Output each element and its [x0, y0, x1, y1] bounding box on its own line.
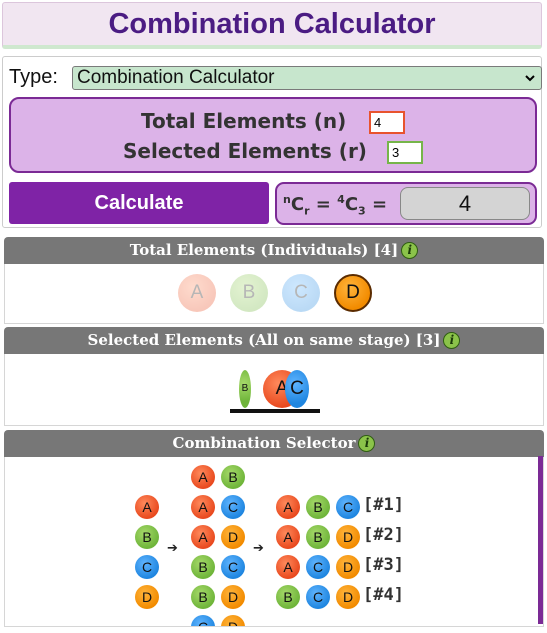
scrollbar[interactable]: [538, 456, 543, 624]
info-icon[interactable]: i: [401, 242, 419, 259]
single-ball-d[interactable]: D: [135, 585, 159, 609]
combination-selector-header-text: Combination Selector: [172, 434, 356, 452]
combination-label: [#2]: [363, 525, 404, 545]
selected-elements-label: Selected Elements (r): [123, 139, 367, 163]
total-elements-row: Total Elements (n) 4: [141, 109, 405, 134]
pair-ball[interactable]: A: [191, 495, 215, 519]
triple-ball[interactable]: C: [306, 555, 330, 579]
pair-ball[interactable]: D: [221, 585, 245, 609]
combination-label: [#3]: [363, 555, 404, 575]
triple-ball[interactable]: D: [336, 555, 360, 579]
selected-elements-body: B A C: [4, 354, 544, 426]
selected-elements-row: Selected Elements (r) 3: [123, 139, 423, 164]
info-icon[interactable]: i: [443, 332, 461, 349]
triple-ball[interactable]: B: [306, 495, 330, 519]
pair-ball[interactable]: D: [221, 525, 245, 549]
triple-ball[interactable]: A: [276, 495, 300, 519]
total-elements-header: Total Elements (Individuals) [4] i: [4, 237, 544, 264]
pair-ball[interactable]: B: [191, 555, 215, 579]
combination-selector-header: Combination Selector i: [4, 430, 544, 457]
total-elements-input[interactable]: 4: [369, 111, 405, 134]
total-elements-body: ABCD: [4, 264, 544, 324]
page-title: Combination Calculator: [108, 8, 436, 40]
title-bar: Combination Calculator: [2, 2, 542, 49]
selected-elements-header-text: Selected Elements (All on same stage) [3…: [87, 331, 441, 349]
triple-ball[interactable]: C: [306, 585, 330, 609]
triple-ball[interactable]: B: [306, 525, 330, 549]
triple-ball[interactable]: A: [276, 555, 300, 579]
pair-ball[interactable]: D: [221, 615, 245, 626]
type-label: Type:: [9, 66, 58, 88]
arrow-icon: ➔: [167, 541, 178, 556]
triple-ball[interactable]: D: [336, 585, 360, 609]
calculator-panel: Type: Combination Calculator Total Eleme…: [2, 56, 542, 228]
element-ball-d[interactable]: D: [334, 274, 372, 312]
triple-ball[interactable]: D: [336, 525, 360, 549]
pair-ball[interactable]: A: [191, 465, 215, 489]
stage-ball-right: C: [285, 370, 309, 408]
triple-ball[interactable]: C: [336, 495, 360, 519]
triple-ball[interactable]: A: [276, 525, 300, 549]
single-ball-b[interactable]: B: [135, 525, 159, 549]
pair-ball[interactable]: B: [221, 465, 245, 489]
pair-ball[interactable]: C: [221, 495, 245, 519]
combination-label: [#4]: [363, 585, 404, 605]
type-select[interactable]: Combination Calculator: [72, 66, 542, 90]
info-icon[interactable]: i: [358, 435, 376, 452]
result-box: nCr = 4C3 = 4: [275, 182, 537, 225]
pair-ball[interactable]: B: [191, 585, 215, 609]
chevron-down-icon: [525, 75, 535, 82]
selected-elements-input[interactable]: 3: [387, 141, 423, 164]
element-ball-a[interactable]: A: [178, 274, 216, 312]
combination-label: [#1]: [363, 495, 404, 515]
stage-line: [230, 409, 320, 413]
element-ball-c[interactable]: C: [282, 274, 320, 312]
single-ball-c[interactable]: C: [135, 555, 159, 579]
inputs-box: Total Elements (n) 4 Selected Elements (…: [9, 97, 537, 173]
single-ball-a[interactable]: A: [135, 495, 159, 519]
total-elements-header-text: Total Elements (Individuals) [4]: [129, 241, 399, 259]
selected-elements-header: Selected Elements (All on same stage) [3…: [4, 327, 544, 354]
element-ball-b[interactable]: B: [230, 274, 268, 312]
triple-ball[interactable]: B: [276, 585, 300, 609]
pair-ball[interactable]: C: [221, 555, 245, 579]
total-elements-label: Total Elements (n): [141, 109, 347, 133]
pair-ball[interactable]: A: [191, 525, 215, 549]
type-select-value: Combination Calculator: [77, 67, 275, 88]
stage-ball-left: B: [239, 370, 251, 408]
arrow-icon: ➔: [253, 541, 264, 556]
pair-ball[interactable]: C: [191, 615, 215, 626]
formula: nCr = 4C3 =: [283, 193, 388, 218]
combination-selector-body: A B C D A B A C A D B C B D C D A B C [#1] A B D [#2] A C D [#3] B C D…: [4, 457, 544, 627]
calculate-button[interactable]: Calculate: [9, 182, 269, 224]
result-value: 4: [400, 187, 530, 220]
